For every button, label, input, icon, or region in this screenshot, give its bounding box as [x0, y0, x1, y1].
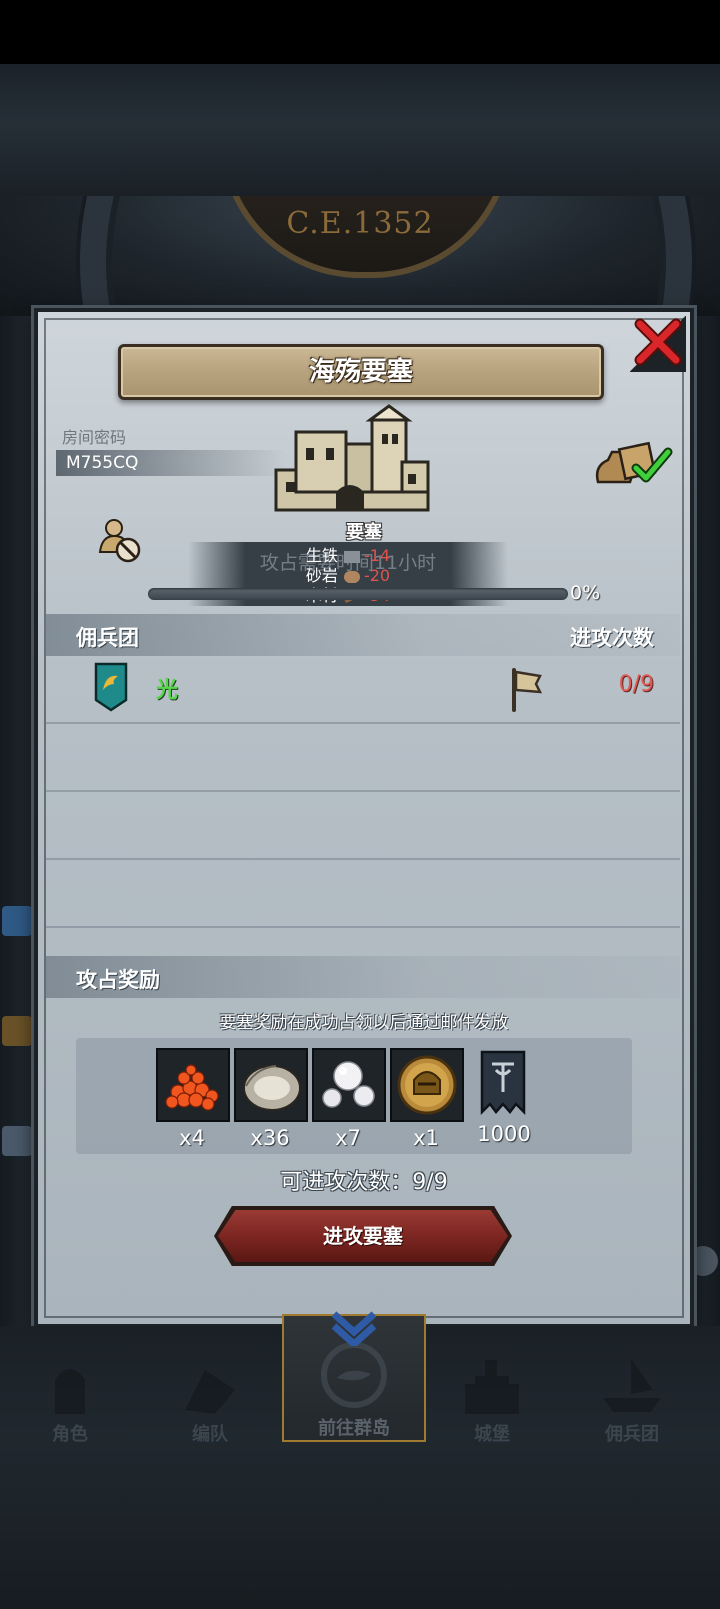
guild-name: 光	[156, 678, 179, 703]
bottom-nav: 角色 编队 前往群岛 城堡 佣兵团	[0, 1311, 720, 1609]
reward-quantity: 1000	[477, 1122, 531, 1146]
reward-item[interactable]: 1000	[468, 1048, 540, 1146]
reward-item[interactable]: x4	[156, 1048, 230, 1150]
knight-icon	[55, 1369, 85, 1414]
empty-list-row	[46, 724, 680, 792]
reward-section-header: 攻占奖励	[46, 956, 680, 998]
empty-list-row	[46, 792, 680, 860]
era-label: C.E.1352	[286, 206, 434, 241]
castle-icon	[465, 1360, 519, 1414]
guild-emblem-icon	[94, 662, 128, 712]
chevron-down-icon	[331, 1311, 377, 1346]
nav-label: 编队	[192, 1424, 228, 1445]
reward-item[interactable]: x36	[234, 1048, 308, 1150]
reward-note: 要塞奖励在成功占领以后通过邮件发放	[219, 1013, 509, 1033]
nav-label: 城堡	[474, 1424, 510, 1445]
progress-percent: 0%	[570, 582, 601, 604]
side-search-icon[interactable]	[2, 1126, 32, 1156]
modal-title: 海殇要塞	[118, 344, 604, 400]
reward-item[interactable]: x1	[390, 1048, 464, 1150]
helmet-coin-icon	[390, 1048, 464, 1122]
nav-label: 佣兵团	[605, 1424, 659, 1445]
formation-icon	[185, 1370, 235, 1414]
attack-flag-icon	[512, 668, 543, 712]
era-dial: C.E.1352	[0, 196, 720, 316]
nav-item-castle[interactable]: 城堡	[422, 1346, 562, 1446]
room-password-value[interactable]: M755CQ	[56, 450, 286, 476]
guild-row[interactable]: 光 0/9	[46, 656, 680, 724]
ship-icon	[603, 1358, 661, 1412]
mercenary-section-header: 佣兵团 进攻次数	[46, 614, 680, 656]
nav-item-mercenary[interactable]: 佣兵团	[562, 1346, 702, 1446]
status-bar	[0, 0, 720, 64]
pearl-icon	[312, 1048, 386, 1122]
left-side-panel	[0, 316, 36, 1326]
supplies-ready-icon[interactable]	[592, 438, 674, 490]
fortress-castle-icon	[274, 404, 430, 512]
guild-attack-count: 0/9	[618, 672, 654, 697]
close-icon	[634, 318, 682, 366]
fortress-modal: 海殇要塞 房间密码 M755CQ 要塞 攻占需要时间11小时 生铁 -14 砂岩…	[34, 308, 694, 1328]
reward-quantity: x4	[179, 1126, 205, 1150]
stone-icon	[343, 570, 360, 583]
reward-item[interactable]: x7	[312, 1048, 386, 1150]
nav-item-islands[interactable]: 前往群岛	[282, 1311, 426, 1442]
iron-icon	[343, 550, 360, 563]
attack-count-header-label: 进攻次数	[570, 626, 654, 650]
mercenary-header-label: 佣兵团	[76, 626, 139, 650]
islands-icon	[321, 1342, 387, 1408]
guild-banner-icon	[468, 1048, 538, 1118]
side-target-icon[interactable]	[2, 1016, 32, 1046]
reward-list: x4 x36 x7 x1 1000	[76, 1038, 632, 1154]
room-password-label: 房间密码	[62, 428, 127, 447]
reward-quantity: x1	[413, 1126, 439, 1150]
top-banner	[0, 64, 720, 196]
nav-item-formation[interactable]: 编队	[140, 1346, 280, 1446]
nav-label: 前往群岛	[318, 1418, 390, 1439]
oyster-icon	[234, 1048, 308, 1122]
occupy-progress-bar	[148, 588, 568, 600]
user-blocked-icon[interactable]	[96, 516, 144, 564]
roe-icon	[156, 1048, 230, 1122]
close-button[interactable]	[630, 316, 686, 372]
attack-fortress-button[interactable]: 进攻要塞	[218, 1210, 508, 1262]
attacks-available: 可进攻次数：9/9	[280, 1170, 448, 1195]
side-sword-icon[interactable]	[2, 906, 32, 936]
reward-quantity: x7	[335, 1126, 361, 1150]
nav-label: 角色	[52, 1424, 88, 1445]
reward-quantity: x36	[250, 1126, 290, 1150]
nav-item-character[interactable]: 角色	[0, 1346, 140, 1446]
empty-list-row	[46, 860, 680, 928]
reward-header-label: 攻占奖励	[76, 968, 160, 992]
